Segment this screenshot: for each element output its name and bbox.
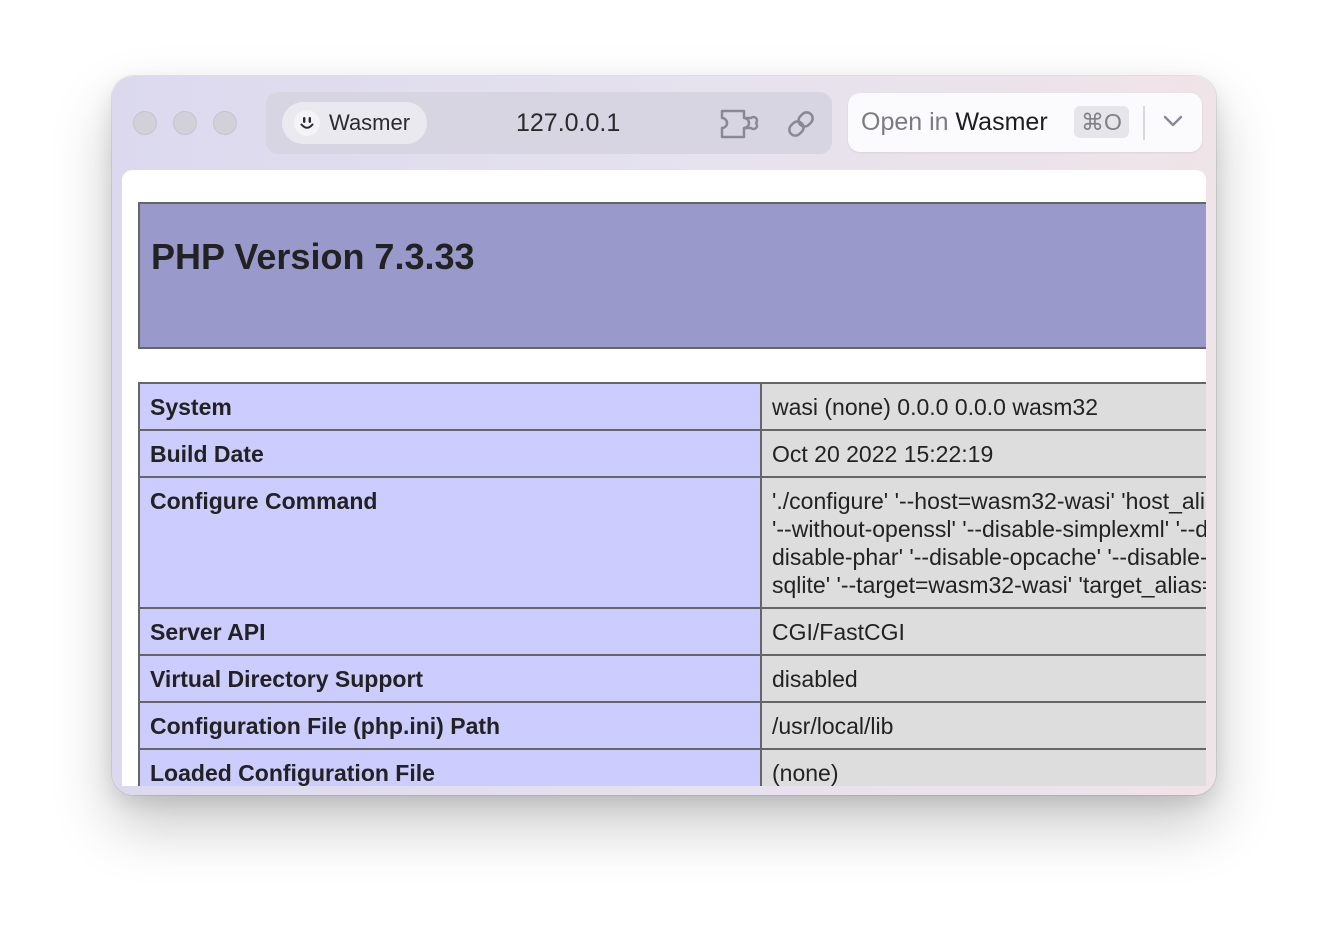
info-value: /usr/local/lib: [760, 701, 1206, 750]
open-in-app-button[interactable]: Open in Wasmer ⌘O: [848, 93, 1202, 152]
info-value-line: wasi (none) 0.0.0 0.0.0 wasm32: [772, 394, 1099, 420]
smiley-icon: [294, 110, 320, 136]
info-row: Virtual Directory Support disabled: [138, 654, 1206, 703]
open-in-app-name: Wasmer: [955, 108, 1048, 136]
info-value: disabled: [760, 654, 1206, 703]
info-row: Server API CGI/FastCGI: [138, 607, 1206, 656]
info-value: Oct 20 2022 15:22:19: [760, 429, 1206, 478]
chevron-down-icon[interactable]: [1161, 111, 1185, 136]
info-value: CGI/FastCGI: [760, 607, 1206, 656]
browser-window: Wasmer 127.0.0.1 Open in Wasmer ⌘O PHP V…: [112, 76, 1216, 795]
info-row: Configure Command './configure' '--host=w…: [138, 476, 1206, 609]
info-row: Loaded Configuration File (none): [138, 748, 1206, 786]
info-value-line: Oct 20 2022 15:22:19: [772, 441, 994, 467]
info-value-line: './configure' '--host=wasm32-wasi' 'host…: [772, 488, 1206, 514]
info-label: Virtual Directory Support: [138, 654, 762, 703]
info-value-line: '--without-openssl' '--disable-simplexml…: [772, 516, 1206, 542]
info-value-line: /usr/local/lib: [772, 713, 894, 739]
info-row: System wasi (none) 0.0.0 0.0.0 wasm32: [138, 382, 1206, 431]
php-version-header: PHP Version 7.3.33: [138, 202, 1206, 349]
info-row: Build Date Oct 20 2022 15:22:19: [138, 429, 1206, 478]
close-window-button[interactable]: [133, 111, 157, 135]
info-value-line: disabled: [772, 666, 858, 692]
page-title: PHP Version 7.3.33: [151, 236, 475, 277]
info-label: Server API: [138, 607, 762, 656]
zoom-window-button[interactable]: [213, 111, 237, 135]
divider: [1143, 106, 1145, 140]
info-value: (none): [760, 748, 1206, 786]
info-value-line: sqlite' '--target=wasm32-wasi' 'target_a…: [772, 572, 1206, 598]
open-in-prefix: Open in: [861, 108, 949, 136]
puzzle-extension-icon[interactable]: [718, 107, 762, 146]
address-bar[interactable]: Wasmer 127.0.0.1: [266, 92, 832, 154]
info-row: Configuration File (php.ini) Path/usr/lo…: [138, 701, 1206, 750]
info-value: wasi (none) 0.0.0 0.0.0 wasm32: [760, 382, 1206, 431]
info-label: Configure Command: [138, 476, 762, 609]
minimize-window-button[interactable]: [173, 111, 197, 135]
url-text[interactable]: 127.0.0.1: [516, 109, 620, 138]
info-value: './configure' '--host=wasm32-wasi' 'host…: [760, 476, 1206, 609]
app-name: Wasmer: [329, 110, 411, 135]
info-label: Build Date: [138, 429, 762, 478]
info-label: System: [138, 382, 762, 431]
link-icon[interactable]: [784, 109, 818, 144]
php-info-table: System wasi (none) 0.0.0 0.0.0 wasm32 Buil…: [138, 382, 1206, 786]
open-in-label: Open in Wasmer: [861, 108, 1048, 137]
info-value-line: disable-phar' '--disable-opcache' '--dis…: [772, 544, 1206, 570]
info-value-line: CGI/FastCGI: [772, 619, 905, 645]
keyboard-shortcut-badge: ⌘O: [1074, 106, 1129, 138]
app-switcher-pill[interactable]: Wasmer: [282, 102, 427, 144]
info-label: Loaded Configuration File: [138, 748, 762, 786]
page-viewport[interactable]: PHP Version 7.3.33 System wasi (none) 0.0…: [122, 170, 1206, 786]
info-value-line: (none): [772, 760, 839, 786]
info-label: Configuration File (php.ini) Path: [138, 701, 762, 750]
